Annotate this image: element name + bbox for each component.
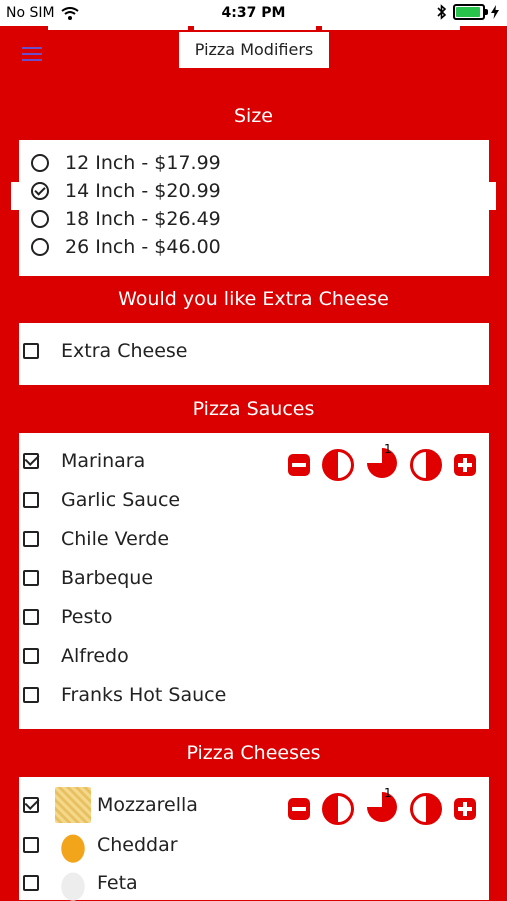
radio-button[interactable] xyxy=(31,154,49,172)
cheese-label: Mozzarella xyxy=(97,794,198,816)
cheese-label: Feta xyxy=(97,872,138,894)
sauce-label: Franks Hot Sauce xyxy=(61,684,227,706)
three-quarter-control[interactable]: 1 xyxy=(365,786,399,828)
size-option-label: 14 Inch - $20.99 xyxy=(65,180,221,202)
left-half-icon[interactable] xyxy=(321,448,355,482)
sauce-row[interactable]: Pesto xyxy=(19,606,489,628)
cheeses-section-title: Pizza Cheeses xyxy=(186,742,321,764)
checkbox[interactable] xyxy=(23,875,39,891)
sauce-label: Chile Verde xyxy=(61,528,170,550)
tab-strip-right xyxy=(322,24,460,30)
plus-square-icon[interactable] xyxy=(453,453,477,477)
charging-icon xyxy=(491,5,499,19)
size-option-row[interactable]: 26 Inch - $46.00 xyxy=(19,236,489,258)
sauce-label: Marinara xyxy=(61,450,146,472)
right-half-icon[interactable] xyxy=(409,792,443,826)
checkbox[interactable] xyxy=(23,492,39,508)
status-right xyxy=(437,4,499,20)
cheeses-card: Mozzarella 1 Cheddar Feta xyxy=(19,777,489,901)
radio-button-selected[interactable] xyxy=(31,182,49,200)
checkbox[interactable] xyxy=(23,531,39,547)
cheese-label: Cheddar xyxy=(97,834,178,856)
mozzarella-image xyxy=(55,787,91,823)
sauces-section-title: Pizza Sauces xyxy=(192,398,315,420)
plus-square-icon[interactable] xyxy=(453,797,477,821)
cheddar-image xyxy=(55,827,91,863)
feta-image xyxy=(55,865,91,901)
extra-cheese-card: Extra Cheese xyxy=(19,323,489,385)
sauce-row[interactable]: Barbeque xyxy=(19,567,489,589)
sauce-label: Pesto xyxy=(61,606,113,628)
cheese-row-feta[interactable]: Feta xyxy=(19,865,489,901)
sauce-label: Garlic Sauce xyxy=(61,489,181,511)
portion-count-badge: 1 xyxy=(384,786,392,800)
radio-button[interactable] xyxy=(31,210,49,228)
sauce-label: Alfredo xyxy=(61,645,129,667)
radio-button[interactable] xyxy=(31,238,49,256)
sauce-portion-controls: 1 xyxy=(287,442,477,484)
extra-cheese-label: Extra Cheese xyxy=(61,340,188,362)
left-half-icon[interactable] xyxy=(321,792,355,826)
tab-strip-middle xyxy=(194,24,316,30)
checkbox-checked[interactable] xyxy=(23,797,39,813)
size-option-label: 26 Inch - $46.00 xyxy=(65,236,221,258)
checkbox-checked[interactable] xyxy=(23,453,39,469)
sauces-card: Marinara 1 Garlic Sauce Chile Verde Barb… xyxy=(19,433,489,729)
hamburger-menu-icon[interactable] xyxy=(22,47,42,61)
size-option-label: 12 Inch - $17.99 xyxy=(65,152,221,174)
size-option-label: 18 Inch - $26.49 xyxy=(65,208,221,230)
sauce-row[interactable]: Garlic Sauce xyxy=(19,489,489,511)
checkbox[interactable] xyxy=(23,343,39,359)
sauce-row[interactable]: Chile Verde xyxy=(19,528,489,550)
status-bar: No SIM 4:37 PM xyxy=(0,0,507,26)
size-option-row[interactable]: 18 Inch - $26.49 xyxy=(19,208,489,230)
extra-cheese-row[interactable]: Extra Cheese xyxy=(19,340,489,362)
sauce-label: Barbeque xyxy=(61,567,154,589)
size-card: 12 Inch - $17.99 14 Inch - $20.99 18 Inc… xyxy=(19,140,489,276)
minus-square-icon[interactable] xyxy=(287,797,311,821)
sauce-row[interactable]: Franks Hot Sauce xyxy=(19,684,489,706)
bluetooth-icon xyxy=(437,4,447,20)
checkbox[interactable] xyxy=(23,570,39,586)
selected-row-indicator-right xyxy=(488,182,496,210)
size-option-row[interactable]: 14 Inch - $20.99 xyxy=(19,180,489,202)
three-quarter-control[interactable]: 1 xyxy=(365,442,399,484)
size-section-title: Size xyxy=(233,105,273,127)
checkbox[interactable] xyxy=(23,837,39,853)
sauce-row[interactable]: Alfredo xyxy=(19,645,489,667)
selected-row-indicator-left xyxy=(11,182,19,210)
size-option-row[interactable]: 12 Inch - $17.99 xyxy=(19,152,489,174)
three-quarter-icon[interactable] xyxy=(365,446,399,480)
right-half-icon[interactable] xyxy=(409,448,443,482)
cheese-row-cheddar[interactable]: Cheddar xyxy=(19,827,489,863)
tab-strip-left xyxy=(48,24,188,30)
minus-square-icon[interactable] xyxy=(287,453,311,477)
three-quarter-icon[interactable] xyxy=(365,790,399,824)
checkbox[interactable] xyxy=(23,648,39,664)
cheese-portion-controls: 1 xyxy=(287,786,477,828)
checkbox[interactable] xyxy=(23,609,39,625)
checkbox[interactable] xyxy=(23,687,39,703)
portion-count-badge: 1 xyxy=(384,442,392,456)
page-title: Pizza Modifiers xyxy=(179,32,329,68)
extra-cheese-section-title: Would you like Extra Cheese xyxy=(118,288,389,310)
battery-icon xyxy=(453,4,488,20)
status-time: 4:37 PM xyxy=(221,5,286,21)
